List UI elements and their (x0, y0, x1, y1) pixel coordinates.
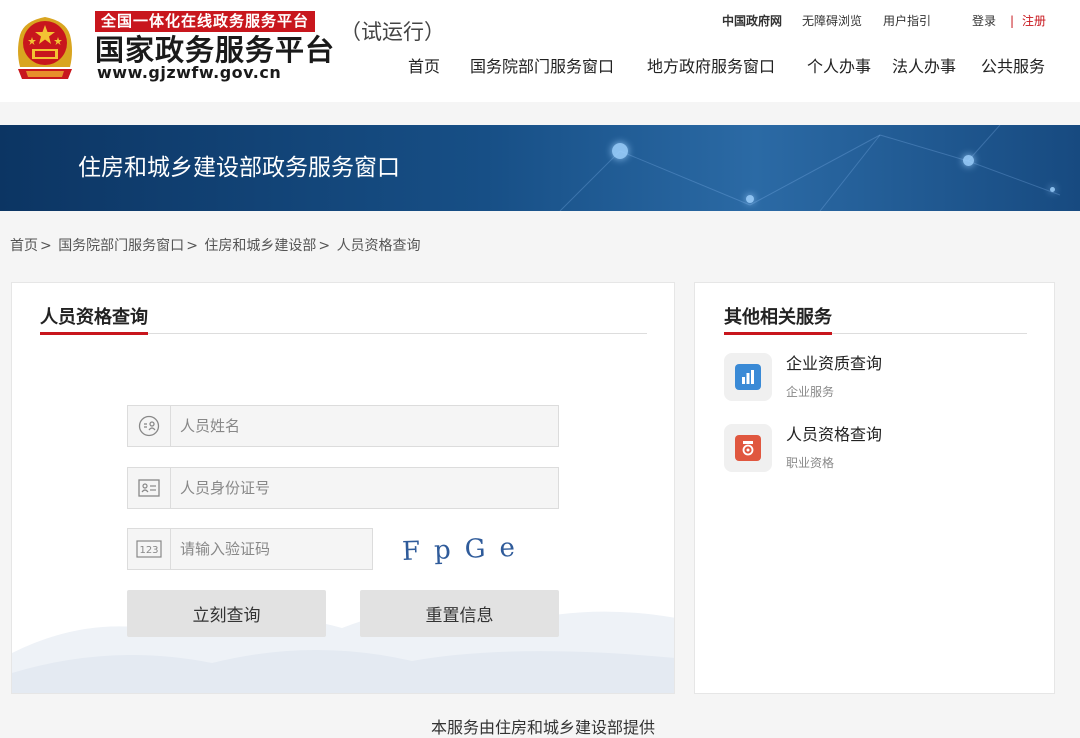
banner-light-dot (1050, 187, 1055, 192)
service-name[interactable]: 人员资格查询 (786, 424, 882, 446)
login-link[interactable]: 登录 (972, 12, 996, 30)
toplink-separator: | (1010, 14, 1015, 28)
captcha-text: FpGe (402, 533, 528, 567)
title-underline (724, 332, 832, 335)
register-link[interactable]: 注册 (1022, 12, 1046, 30)
captcha-image[interactable]: FpGe (398, 531, 528, 567)
breadcrumb-separator: > (40, 238, 52, 254)
banner-title: 住房和城乡建设部政务服务窗口 (78, 155, 400, 181)
service-provider-note: 本服务由住房和城乡建设部提供 (430, 718, 655, 737)
captcha-field: 123 (127, 528, 373, 570)
reset-button[interactable]: 重置信息 (360, 590, 559, 637)
breadcrumb-home[interactable]: 首页 (10, 238, 38, 254)
user-guide-link[interactable]: 用户指引 (883, 12, 931, 30)
id-number-input[interactable] (180, 468, 550, 508)
nav-public-service[interactable]: 公共服务 (981, 55, 1045, 79)
nav-corporate[interactable]: 法人办事 (892, 55, 956, 79)
breadcrumb-ministry[interactable]: 住房和城乡建设部 (204, 238, 316, 254)
service-name[interactable]: 企业资质查询 (786, 353, 882, 375)
nav-personal[interactable]: 个人办事 (807, 55, 871, 79)
number-code-icon: 123 (128, 529, 171, 569)
building-chart-icon (724, 353, 772, 401)
id-field (127, 467, 559, 509)
logo-tagline: 全国一体化在线政务服务平台 (95, 11, 316, 32)
breadcrumb-state-council[interactable]: 国务院部门服务窗口 (58, 238, 184, 254)
service-category: 企业服务 (786, 385, 835, 399)
related-services-title: 其他相关服务 (724, 307, 832, 328)
breadcrumb-separator: > (186, 238, 198, 254)
national-emblem-icon[interactable] (12, 11, 78, 83)
name-field (127, 405, 559, 447)
accessibility-link[interactable]: 无障碍浏览 (802, 12, 862, 30)
site-header: 全国一体化在线政务服务平台 国家政务服务平台 www.gjzwfw.gov.cn… (0, 0, 1080, 102)
nav-home[interactable]: 首页 (408, 55, 440, 79)
service-item-enterprise-qualification[interactable]: 企业资质查询 企业服务 (724, 351, 1024, 405)
svg-text:123: 123 (139, 545, 158, 556)
related-services-card: 其他相关服务 企业资质查询 企业服务 人员资格查询 职业资格 (694, 282, 1055, 694)
id-card-icon (128, 468, 171, 508)
logo-title[interactable]: 国家政务服务平台 (95, 33, 335, 67)
query-card-title: 人员资格查询 (40, 307, 148, 328)
certificate-icon (724, 424, 772, 472)
breadcrumb-current: 人员资格查询 (336, 238, 421, 254)
banner-light-dot (746, 195, 754, 203)
nav-local-gov-window[interactable]: 地方政府服务窗口 (647, 55, 775, 79)
name-input[interactable] (180, 406, 550, 446)
title-underline (40, 332, 148, 335)
breadcrumb-separator: > (318, 238, 331, 254)
captcha-input[interactable] (180, 529, 370, 569)
breadcrumb: 首页 > 国务院部门服务窗口 > 住房和城乡建设部 > 人员资格查询 (10, 236, 421, 256)
query-button[interactable]: 立刻查询 (127, 590, 326, 637)
logo-url: www.gjzwfw.gov.cn (97, 63, 282, 82)
service-item-personnel-qualification[interactable]: 人员资格查询 职业资格 (724, 422, 1024, 476)
banner-light-dot (963, 155, 974, 166)
query-card: 人员资格查询 123 FpGe 立刻查询 重置信息 (11, 282, 675, 694)
trial-label: （试运行） (340, 20, 445, 44)
person-name-icon (128, 406, 171, 446)
service-category: 职业资格 (786, 456, 835, 470)
department-banner: 住房和城乡建设部政务服务窗口 (0, 125, 1080, 211)
gov-site-link[interactable]: 中国政府网 (722, 12, 782, 30)
nav-state-council-window[interactable]: 国务院部门服务窗口 (470, 55, 614, 79)
banner-light-dot (612, 143, 628, 159)
